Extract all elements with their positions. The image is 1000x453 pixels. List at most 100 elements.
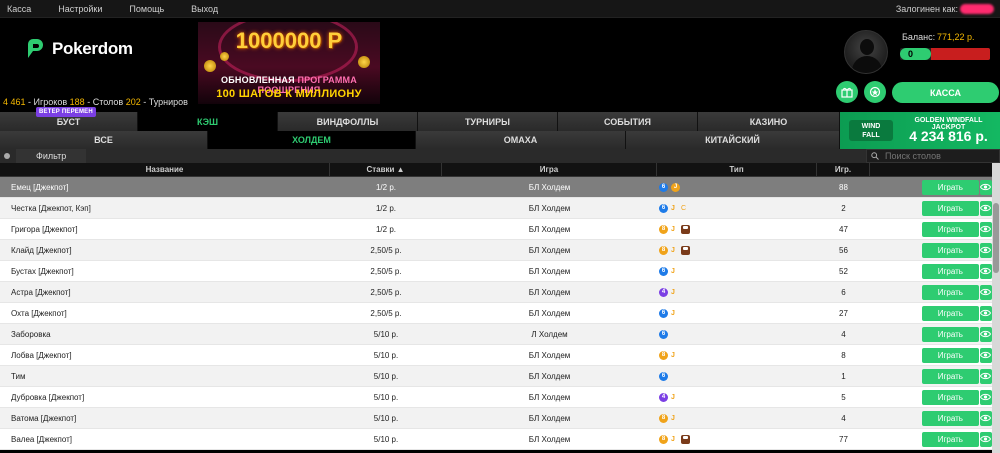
menu-help[interactable]: Помощь: [129, 4, 164, 14]
observe-button[interactable]: [979, 326, 992, 342]
table-row[interactable]: Охта [Джекпот] 2,50/5 р. БЛ Холдем 6 J 27 Игра…: [0, 303, 992, 324]
tab-windfalls[interactable]: ВИНДФОЛЛЫ: [278, 112, 418, 131]
medal-icon: [869, 86, 881, 98]
search-input[interactable]: [866, 149, 1000, 163]
table-row[interactable]: Ватома [Джекпот] 5/10 р. БЛ Холдем 8 J 4 Играт…: [0, 408, 992, 429]
table-row[interactable]: Заборовка 5/10 р. Л Холдем 6 4 Играть: [0, 324, 992, 345]
tab-tournaments[interactable]: ТУРНИРЫ: [418, 112, 558, 131]
play-button[interactable]: Играть: [922, 431, 979, 447]
table-stakes: 2,50/5 р.: [370, 308, 402, 318]
table-actions: Играть: [870, 177, 992, 198]
table-stakes: 2,50/5 р.: [370, 245, 402, 255]
table-row[interactable]: Клайд [Джекпот] 2,50/5 р. БЛ Холдем 8 J 56 Игр…: [0, 240, 992, 261]
table-name: Лобва [Джекпот]: [11, 350, 72, 360]
rewards-button[interactable]: [864, 81, 886, 103]
table-row[interactable]: Бустах [Джекпот] 2,50/5 р. БЛ Холдем 6 J 52 Иг…: [0, 261, 992, 282]
table-row[interactable]: Валеа [Джекпот] 5/10 р. БЛ Холдем 8 J 77 Играт…: [0, 429, 992, 450]
play-button[interactable]: Играть: [922, 326, 979, 342]
play-button[interactable]: Играть: [922, 179, 979, 195]
col-stakes[interactable]: Ставки ▲: [330, 163, 442, 177]
gift-button[interactable]: [836, 81, 858, 103]
jackpot-panel[interactable]: WIND FALL GOLDEN WINDFALL JACKPOT 4 234 …: [840, 112, 1000, 149]
menu-kassa[interactable]: Касса: [7, 4, 31, 14]
play-button[interactable]: Играть: [922, 200, 979, 216]
tab-cash[interactable]: КЭШ: [138, 112, 278, 131]
table-row[interactable]: Григора [Джекпот] 1/2 р. БЛ Холдем 8 J 47 Игра…: [0, 219, 992, 240]
coin-icon: [358, 56, 370, 68]
windfall-logo: WIND FALL: [849, 120, 893, 141]
table-scrollbar[interactable]: [992, 163, 1000, 453]
coin-icon: [204, 60, 216, 72]
table-row[interactable]: Астра [Джекпот] 2,50/5 р. БЛ Холдем 4 J 6 Игра…: [0, 282, 992, 303]
col-name[interactable]: Название: [0, 163, 330, 177]
play-button[interactable]: Играть: [922, 347, 979, 363]
observe-button[interactable]: [979, 431, 992, 447]
avatar[interactable]: [844, 30, 888, 74]
observe-button[interactable]: [979, 221, 992, 237]
observe-button[interactable]: [979, 389, 992, 405]
tab-chinese[interactable]: КИТАЙСКИЙ: [626, 131, 840, 149]
observe-button[interactable]: [979, 263, 992, 279]
play-button[interactable]: Играть: [922, 242, 979, 258]
observe-button[interactable]: [979, 347, 992, 363]
table-row[interactable]: Честка [Джекпот, Кэп] 1/2 р. БЛ Холдем 6 J C 2…: [0, 198, 992, 219]
filter-button[interactable]: Фильтр: [16, 149, 86, 163]
table-stakes: 1/2 р.: [375, 224, 396, 234]
table-header: Название Ставки ▲ Игра Тип Игр.: [0, 163, 992, 177]
observe-button[interactable]: [979, 410, 992, 426]
username-redacted: [960, 4, 994, 14]
scrollbar-thumb[interactable]: [993, 203, 999, 273]
tab-all[interactable]: ВСЕ: [0, 131, 208, 149]
observe-button[interactable]: [979, 305, 992, 321]
tab-holdem[interactable]: ХОЛДЕМ: [208, 131, 416, 149]
menu-exit[interactable]: Выход: [191, 4, 218, 14]
play-button[interactable]: Играть: [922, 389, 979, 405]
play-button[interactable]: Играть: [922, 305, 979, 321]
eye-icon: [980, 204, 992, 212]
observe-button[interactable]: [979, 200, 992, 216]
seats-badge: 6: [659, 329, 668, 339]
table-row[interactable]: Лобва [Джекпот] 5/10 р. БЛ Холдем 8 J 8 Играть: [0, 345, 992, 366]
menu-settings[interactable]: Настройки: [58, 4, 102, 14]
table-game: Л Холдем: [531, 329, 568, 339]
tab-omaha[interactable]: ОМАХА: [416, 131, 626, 149]
play-button[interactable]: Играть: [922, 410, 979, 426]
eye-icon: [980, 393, 992, 401]
observe-button[interactable]: [979, 284, 992, 300]
table-players: 5: [841, 392, 846, 402]
tab-events[interactable]: СОБЫТИЯ: [558, 112, 698, 131]
pokerdom-logo-icon: [24, 38, 46, 60]
brand-logo[interactable]: Pokerdom: [24, 38, 133, 60]
promo-banner[interactable]: 1000000 Р ОБНОВЛЕННАЯ ПРОГРАММА ПООЩРЕНИ…: [198, 22, 380, 104]
table-row[interactable]: Емец [Джекпот] 1/2 р. БЛ Холдем 6 J 88 Играть: [0, 177, 992, 198]
brand-name: Pokerdom: [52, 39, 133, 58]
jackpot-badge: J: [671, 204, 675, 212]
col-type[interactable]: Тип: [657, 163, 817, 177]
table-type-badges: 8J: [657, 219, 817, 240]
table-actions: Играть: [870, 282, 992, 303]
table-players: 6: [841, 287, 846, 297]
table-actions: Играть: [870, 219, 992, 240]
table-row[interactable]: Тим 5/10 р. БЛ Холдем 6 1 Играть: [0, 366, 992, 387]
table-stakes: 5/10 р.: [373, 392, 399, 402]
cup-icon: [681, 224, 690, 234]
table-players: 56: [839, 245, 848, 255]
tab-casino[interactable]: КАЗИНО: [698, 112, 840, 131]
observe-button[interactable]: [979, 179, 992, 195]
cup-icon: [681, 245, 690, 255]
table-row[interactable]: Дубровка [Джекпот] 5/10 р. БЛ Холдем 4 J 5 Игр…: [0, 387, 992, 408]
observe-button[interactable]: [979, 368, 992, 384]
play-button[interactable]: Играть: [922, 221, 979, 237]
kassa-button[interactable]: КАССА: [892, 82, 999, 103]
col-players[interactable]: Игр.: [817, 163, 870, 177]
play-button[interactable]: Играть: [922, 368, 979, 384]
col-game[interactable]: Игра: [442, 163, 657, 177]
gift-icon: [841, 87, 853, 98]
observe-button[interactable]: [979, 242, 992, 258]
play-button[interactable]: Играть: [922, 263, 979, 279]
play-button[interactable]: Играть: [922, 284, 979, 300]
filter-toggle-icon[interactable]: [4, 153, 10, 159]
table-actions: Играть: [870, 261, 992, 282]
jackpot-badge: J: [671, 414, 675, 422]
table-type-badges: 8J: [657, 345, 817, 366]
